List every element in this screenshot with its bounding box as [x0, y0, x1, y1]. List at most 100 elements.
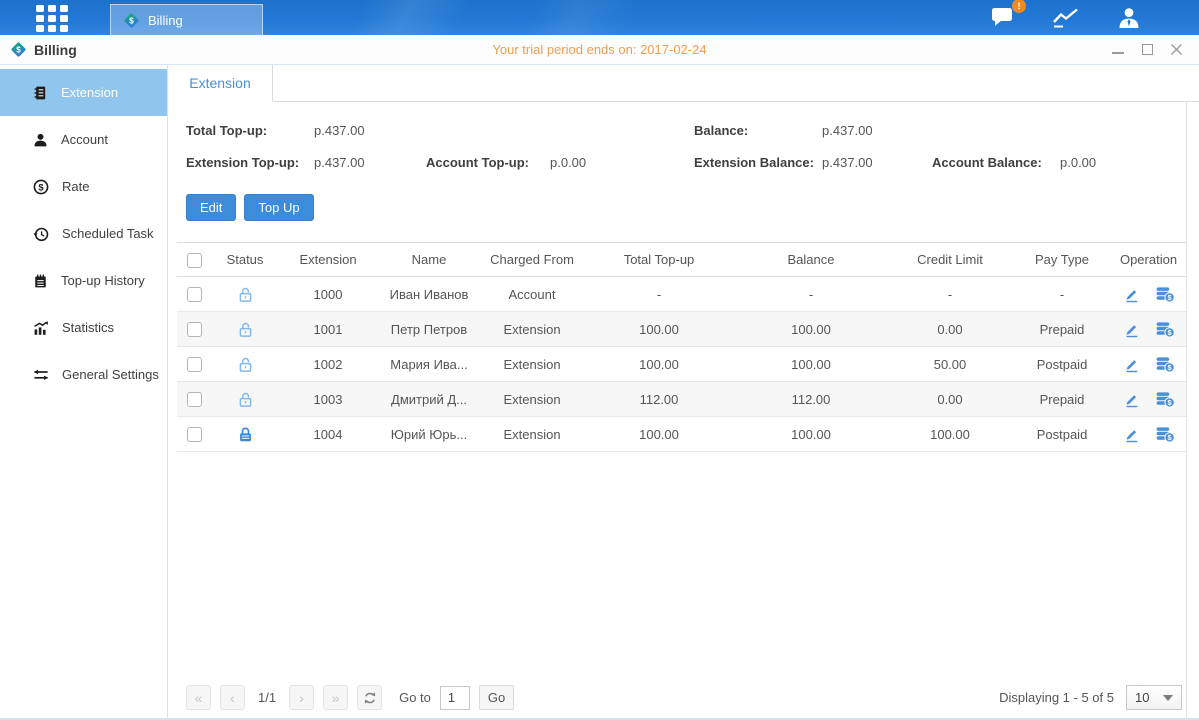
row-checkbox[interactable] [187, 322, 202, 337]
cell-balance: 100.00 [735, 347, 887, 382]
goto-label: Go to [399, 690, 431, 705]
column-header-balance[interactable]: Balance [735, 243, 887, 277]
topup-button[interactable]: Top Up [244, 194, 313, 221]
sidebar-item-account[interactable]: Account [0, 116, 167, 163]
topup-icon[interactable]: $ [1156, 321, 1175, 338]
table-row[interactable]: 1003Дмитрий Д...Extension112.00112.000.0… [177, 382, 1186, 417]
cell-operation: $ [1111, 347, 1186, 382]
topup-icon[interactable]: $ [1156, 356, 1175, 373]
edit-icon[interactable] [1123, 356, 1140, 373]
sidebar-item-scheduled-task[interactable]: Scheduled Task [0, 210, 167, 257]
cell-credit-limit: 50.00 [887, 347, 1013, 382]
edit-button[interactable]: Edit [186, 194, 236, 221]
locked-icon[interactable] [237, 426, 254, 443]
sidebar-item-statistics[interactable]: Statistics [0, 304, 167, 351]
table-header-row: Status Extension Name Charged From Total… [177, 243, 1186, 277]
account-balance-value: p.0.00 [1060, 155, 1186, 170]
billing-app-icon: $ [123, 12, 140, 29]
sidebar-item-label: General Settings [62, 367, 159, 382]
column-header-charged-from[interactable]: Charged From [481, 243, 583, 277]
row-checkbox[interactable] [187, 287, 202, 302]
topup-icon[interactable]: $ [1156, 426, 1175, 443]
row-checkbox[interactable] [187, 357, 202, 372]
extension-balance-label: Extension Balance: [694, 155, 822, 170]
unlocked-icon[interactable] [237, 321, 254, 338]
table-row[interactable]: 1001Петр ПетровExtension100.00100.000.00… [177, 312, 1186, 347]
cell-credit-limit: 0.00 [887, 312, 1013, 347]
topbar-icons: ! [988, 5, 1199, 31]
table-row[interactable]: 1002Мария Ива...Extension100.00100.0050.… [177, 347, 1186, 382]
row-checkbox[interactable] [187, 427, 202, 442]
window-title: $ Billing [0, 41, 77, 58]
sidebar-item-rate[interactable]: $ Rate [0, 163, 167, 210]
cell-status [211, 347, 279, 382]
page-size-select[interactable]: 10 [1126, 685, 1182, 710]
cell-operation: $ [1111, 417, 1186, 452]
unlocked-icon[interactable] [237, 286, 254, 303]
column-header-credit-limit[interactable]: Credit Limit [887, 243, 1013, 277]
edit-icon[interactable] [1123, 426, 1140, 443]
notebook-icon [33, 273, 48, 289]
app-launcher-icon[interactable] [36, 5, 68, 31]
notifications-icon[interactable]: ! [988, 5, 1018, 31]
edit-icon[interactable] [1123, 321, 1140, 338]
topup-icon[interactable]: $ [1156, 391, 1175, 408]
cell-extension: 1000 [279, 277, 377, 312]
go-button[interactable]: Go [479, 685, 514, 710]
unlocked-icon[interactable] [237, 356, 254, 373]
account-topup-label: Account Top-up: [426, 155, 550, 170]
refresh-button[interactable] [357, 685, 382, 710]
cell-charged-from: Account [481, 277, 583, 312]
column-header-status[interactable]: Status [211, 243, 279, 277]
cell-status [211, 312, 279, 347]
extensions-table: Status Extension Name Charged From Total… [177, 242, 1186, 452]
sidebar-item-topup-history[interactable]: Top-up History [0, 257, 167, 304]
edit-icon[interactable] [1123, 391, 1140, 408]
tab-strip: Extension [168, 65, 1199, 102]
empty-grid-area [177, 452, 1186, 685]
column-header-operation[interactable]: Operation [1111, 243, 1186, 277]
resource-monitor-icon[interactable] [1051, 5, 1081, 31]
first-page-button[interactable]: « [186, 685, 211, 710]
total-topup-value: p.437.00 [314, 123, 694, 138]
cell-total-topup: 100.00 [583, 312, 735, 347]
select-all-checkbox[interactable] [187, 253, 202, 268]
prev-page-button[interactable]: ‹ [220, 685, 245, 710]
ledger-icon [33, 85, 48, 101]
maximize-button[interactable] [1140, 43, 1154, 57]
user-account-icon[interactable] [1114, 5, 1144, 31]
sidebar-item-label: Account [61, 132, 108, 147]
column-header-total-topup[interactable]: Total Top-up [583, 243, 735, 277]
sidebar: Extension Account $ Rate Scheduled Task [0, 65, 168, 718]
minimize-button[interactable] [1111, 43, 1125, 57]
goto-page-input[interactable] [440, 686, 470, 710]
next-page-button[interactable]: › [289, 685, 314, 710]
window-titlebar: $ Billing Your trial period ends on: 201… [0, 35, 1199, 65]
sidebar-item-label: Top-up History [61, 273, 145, 288]
table-row[interactable]: 1004Юрий Юрь...Extension100.00100.00100.… [177, 417, 1186, 452]
cell-balance: 100.00 [735, 312, 887, 347]
cell-charged-from: Extension [481, 382, 583, 417]
column-header-pay-type[interactable]: Pay Type [1013, 243, 1111, 277]
topup-icon[interactable]: $ [1156, 286, 1175, 303]
balance-label: Balance: [694, 123, 822, 138]
account-balance-label: Account Balance: [932, 155, 1060, 170]
edit-icon[interactable] [1123, 286, 1140, 303]
last-page-button[interactable]: » [323, 685, 348, 710]
extension-topup-label: Extension Top-up: [186, 155, 314, 170]
statistics-icon [33, 320, 49, 336]
column-header-extension[interactable]: Extension [279, 243, 377, 277]
sidebar-item-general-settings[interactable]: General Settings [0, 351, 167, 398]
unlocked-icon[interactable] [237, 391, 254, 408]
close-button[interactable] [1169, 43, 1183, 57]
sidebar-item-extension[interactable]: Extension [0, 69, 167, 116]
table-row[interactable]: 1000Иван ИвановAccount----$ [177, 277, 1186, 312]
svg-text:$: $ [38, 182, 44, 193]
tab-extension[interactable]: Extension [168, 65, 273, 102]
desktop-topbar: $ Billing ! [0, 0, 1199, 35]
cell-charged-from: Extension [481, 417, 583, 452]
row-checkbox[interactable] [187, 392, 202, 407]
column-header-name[interactable]: Name [377, 243, 481, 277]
taskbar-tab-billing[interactable]: $ Billing [110, 4, 263, 35]
cell-credit-limit: 100.00 [887, 417, 1013, 452]
